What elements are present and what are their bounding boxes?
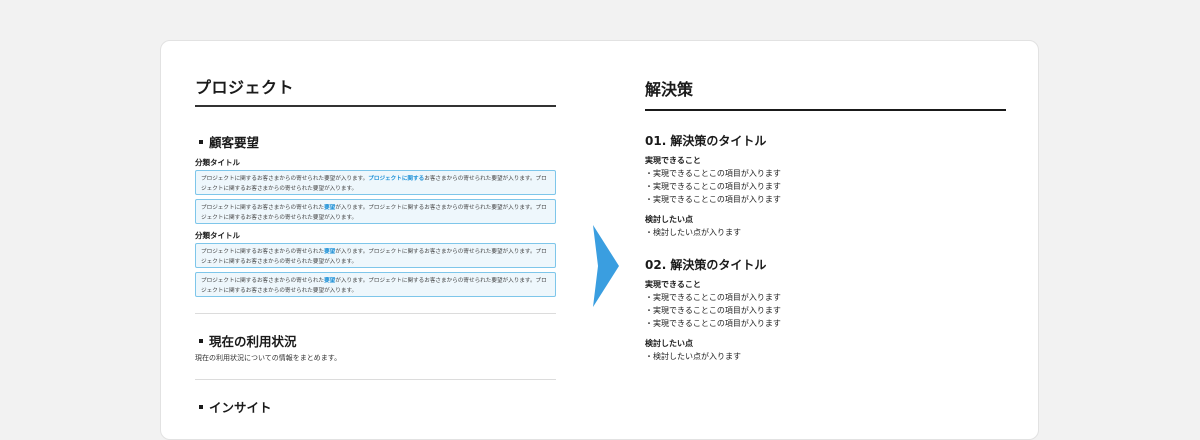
request-text: プロジェクトに関するお客さまからの寄せられた要望が入ります。 — [201, 176, 369, 182]
section-title: 顧客要望 — [209, 135, 260, 150]
category-label: 分類タイトル — [195, 158, 240, 167]
section-divider — [195, 379, 556, 380]
request-highlight: 要望 — [324, 249, 336, 255]
can-do-item: ・実現できることこの項目が入ります — [645, 319, 781, 328]
section-description: 現在の利用状況についての情報をまとめます。 — [195, 354, 342, 362]
can-do-label: 実現できること — [645, 156, 701, 165]
arrow-right-icon — [593, 225, 619, 307]
consider-item: ・検討したい点が入ります — [645, 352, 741, 361]
section-bullet — [199, 339, 203, 343]
category-label: 分類タイトル — [195, 231, 240, 240]
section-customer-requests: 顧客要望 — [195, 132, 259, 151]
request-box[interactable]: プロジェクトに関するお客さまからの寄せられた要望が入ります。プロジェクトに関する… — [195, 243, 556, 268]
consider-label: 検討したい点 — [645, 339, 693, 348]
can-do-item: ・実現できることこの項目が入ります — [645, 306, 781, 315]
request-text: プロジェクトに関するお客さまからの寄せられた — [201, 249, 325, 255]
section-title: インサイト — [209, 400, 272, 415]
can-do-item: ・実現できることこの項目が入ります — [645, 293, 781, 302]
solution-title: 解決策 — [645, 80, 694, 99]
consider-label: 検討したい点 — [645, 215, 693, 224]
request-box[interactable]: プロジェクトに関するお客さまからの寄せられた要望が入ります。プロジェクトに関する… — [195, 199, 556, 224]
project-title: プロジェクト — [195, 78, 295, 97]
can-do-item: ・実現できることこの項目が入ります — [645, 195, 781, 204]
request-highlight: 要望 — [324, 278, 336, 284]
request-highlight: 要望 — [324, 205, 336, 211]
can-do-item: ・実現できることこの項目が入ります — [645, 182, 781, 191]
request-text: プロジェクトに関するお客さまからの寄せられた — [201, 205, 325, 211]
section-current-usage: 現在の利用状況 — [195, 331, 297, 350]
solution-title-rule — [645, 109, 1006, 111]
section-bullet — [199, 140, 203, 144]
request-box[interactable]: プロジェクトに関するお客さまからの寄せられた要望が入ります。プロジェクトに関する… — [195, 170, 556, 195]
solution-heading: 02. 解決策のタイトル — [645, 258, 767, 272]
consider-item: ・検討したい点が入ります — [645, 228, 741, 237]
section-insight: インサイト — [195, 397, 272, 416]
request-box[interactable]: プロジェクトに関するお客さまからの寄せられた要望が入ります。プロジェクトに関する… — [195, 272, 556, 297]
project-title-rule — [195, 105, 556, 107]
request-highlight: プロジェクトに関する — [368, 176, 425, 182]
can-do-item: ・実現できることこの項目が入ります — [645, 169, 781, 178]
can-do-label: 実現できること — [645, 280, 701, 289]
section-divider — [195, 313, 556, 314]
section-bullet — [199, 405, 203, 409]
section-title: 現在の利用状況 — [209, 334, 297, 349]
project-card: プロジェクト 顧客要望 分類タイトル プロジェクトに関するお客さまからの寄せられ… — [160, 40, 1039, 440]
solution-heading: 01. 解決策のタイトル — [645, 134, 767, 148]
request-text: プロジェクトに関するお客さまからの寄せられた — [201, 278, 325, 284]
